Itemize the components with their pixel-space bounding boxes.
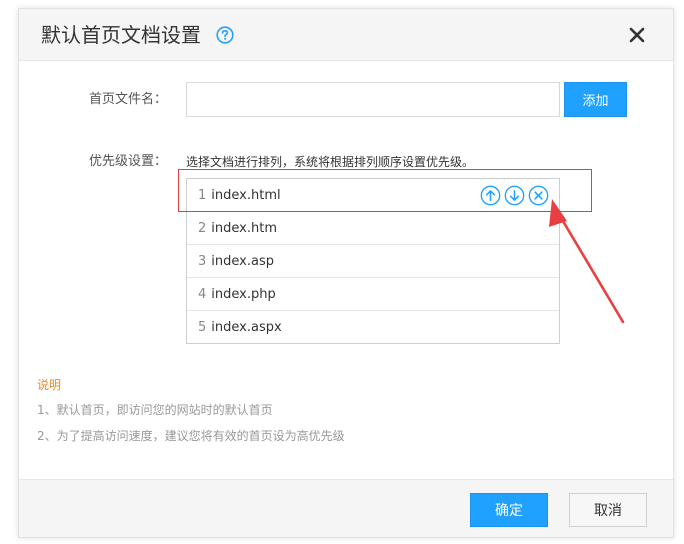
priority-label: 优先级设置：	[89, 154, 168, 169]
file-row[interactable]: 1 index.html	[187, 179, 559, 212]
file-row[interactable]: 5 index.aspx	[187, 311, 559, 344]
file-row[interactable]: 3 index.asp	[187, 245, 559, 278]
row-actions	[480, 185, 549, 207]
arrow-up-circle-icon[interactable]	[480, 185, 501, 206]
row-number: 2	[198, 221, 207, 236]
default-homepage-dialog: 默认首页文档设置 首页文件名： 添加 优先级设置： 选择文档进行排列，系统将根据…	[18, 8, 674, 538]
file-row[interactable]: 4 index.php	[187, 278, 559, 311]
filename-input[interactable]	[186, 82, 560, 117]
filename-label: 首页文件名：	[89, 92, 168, 107]
notes-title: 说明	[37, 378, 62, 392]
add-button[interactable]: 添加	[564, 82, 627, 117]
note-line-1: 1、默认首页，即访问您的网站时的默认首页	[37, 403, 273, 417]
row-number: 1	[198, 188, 207, 203]
confirm-button[interactable]: 确定	[470, 493, 548, 527]
row-number: 5	[198, 320, 207, 335]
row-filename: index.htm	[211, 221, 277, 236]
row-filename: index.asp	[211, 254, 274, 269]
priority-hint: 选择文档进行排列，系统将根据排列顺序设置优先级。	[186, 155, 475, 169]
row-filename: index.php	[211, 287, 276, 302]
arrow-down-circle-icon[interactable]	[504, 185, 525, 206]
close-x-icon[interactable]	[627, 25, 647, 45]
row-filename: index.aspx	[211, 320, 282, 335]
note-line-2: 2、为了提高访问速度，建议您将有效的首页设为高优先级	[37, 429, 345, 443]
row-filename: index.html	[211, 188, 281, 203]
question-circle-icon[interactable]	[216, 26, 234, 44]
dialog-title: 默认首页文档设置	[41, 23, 201, 47]
file-row[interactable]: 2 index.htm	[187, 212, 559, 245]
row-number: 3	[198, 254, 207, 269]
cancel-button[interactable]: 取消	[569, 493, 647, 527]
close-circle-icon[interactable]	[528, 185, 549, 206]
row-number: 4	[198, 287, 207, 302]
file-priority-list: 1 index.html 2 index.htm 3 index.asp 4 i…	[186, 178, 560, 344]
dialog-header: 默认首页文档设置	[19, 9, 673, 61]
dialog-footer: 确定 取消	[19, 479, 673, 537]
